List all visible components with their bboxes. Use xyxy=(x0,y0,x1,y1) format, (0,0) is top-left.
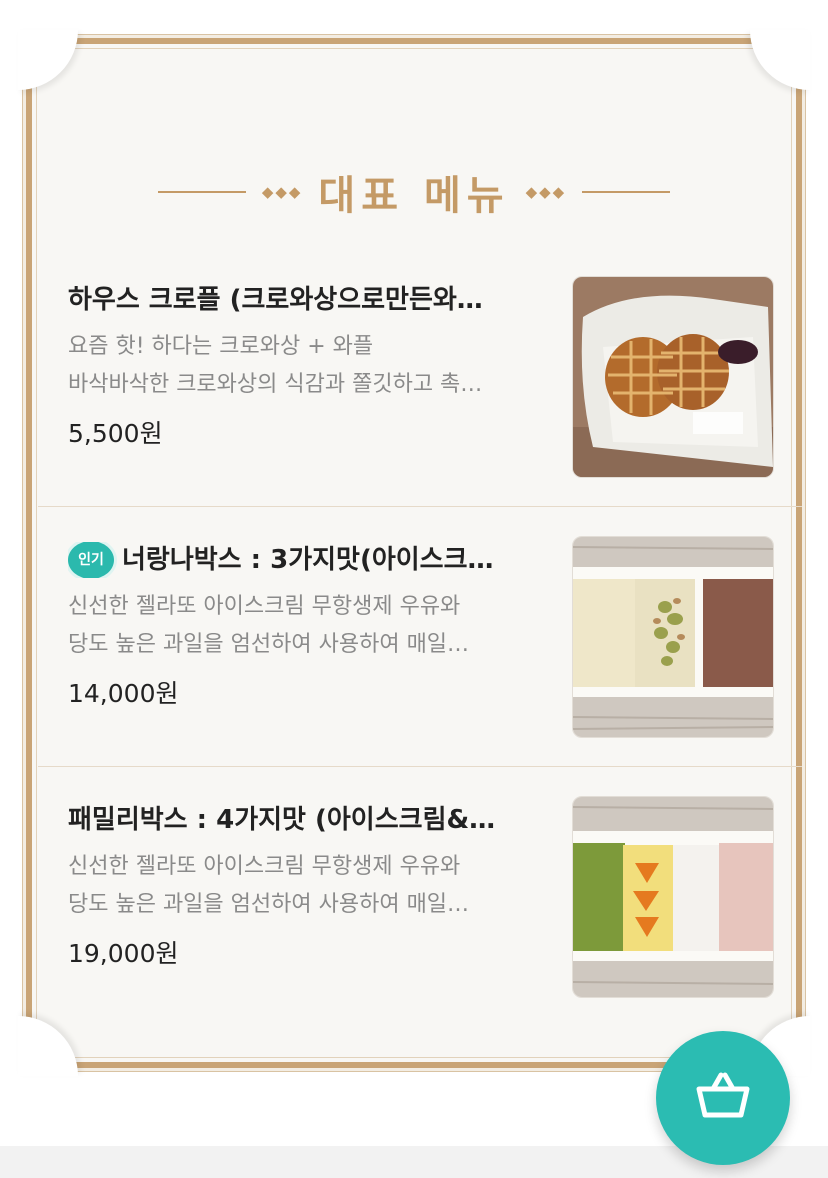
menu-item-text: 패밀리박스 : 4가지맛 (아이스크림&… 신선한 젤라또 아이스크림 무항생제… xyxy=(68,802,548,970)
diamond-ornament-icon: ◆◆◆ xyxy=(261,183,303,201)
section-title: 대표 메뉴 xyxy=(318,173,510,219)
decorative-line xyxy=(582,191,671,193)
menu-item-name: 하우스 크로플 (크로와상으로만든와… xyxy=(68,282,548,318)
menu-item-description: 신선한 젤라또 아이스크림 무항생제 우유와 당도 높은 과일을 엄선하여 사용… xyxy=(68,588,548,664)
decorative-line xyxy=(157,191,246,193)
popular-badge: 인기 xyxy=(68,542,114,578)
menu-item-name: 인기 너랑나박스 : 3가지맛(아이스크… xyxy=(68,542,548,578)
menu-card: ◆◆◆ 대표 메뉴 ◆◆◆ 하우스 크로플 (크로와상으로만든와… 요즘 핫! … xyxy=(18,30,810,1076)
description-line: 당도 높은 과일을 엄선하여 사용하여 매일… xyxy=(68,632,470,657)
description-line: 신선한 젤라또 아이스크림 무항생제 우유와 xyxy=(68,854,461,879)
menu-item[interactable]: 인기 너랑나박스 : 3가지맛(아이스크… 신선한 젤라또 아이스크림 무항생제… xyxy=(38,506,802,767)
corner-ornament xyxy=(750,30,810,90)
menu-item-price: 19,000원 xyxy=(68,939,179,968)
menu-item-price: 14,000원 xyxy=(68,679,179,708)
menu-item-price: 5,500원 xyxy=(68,419,163,448)
cart-button[interactable] xyxy=(656,1031,790,1165)
menu-item-text: 하우스 크로플 (크로와상으로만든와… 요즘 핫! 하다는 크로와상 + 와플 … xyxy=(68,282,548,450)
menu-item-name-text: 너랑나박스 : 3가지맛(아이스크… xyxy=(122,545,494,575)
description-line: 요즘 핫! 하다는 크로와상 + 와플 xyxy=(68,334,374,359)
menu-item-description: 요즘 핫! 하다는 크로와상 + 와플 바삭바삭한 크로와상의 식감과 쫄깃하고… xyxy=(68,328,548,404)
menu-item-name: 패밀리박스 : 4가지맛 (아이스크림&… xyxy=(68,802,548,838)
description-line: 신선한 젤라또 아이스크림 무항생제 우유와 xyxy=(68,594,461,619)
description-line: 당도 높은 과일을 엄선하여 사용하여 매일… xyxy=(68,892,470,917)
gelato-box-4-photo[interactable] xyxy=(572,796,774,998)
menu-item[interactable]: 패밀리박스 : 4가지맛 (아이스크림&… 신선한 젤라또 아이스크림 무항생제… xyxy=(38,766,802,1026)
croffle-photo[interactable] xyxy=(572,276,774,478)
menu-item[interactable]: 하우스 크로플 (크로와상으로만든와… 요즘 핫! 하다는 크로와상 + 와플 … xyxy=(38,246,802,507)
menu-item-text: 인기 너랑나박스 : 3가지맛(아이스크… 신선한 젤라또 아이스크림 무항생제… xyxy=(68,542,548,710)
basket-icon xyxy=(695,1071,751,1125)
menu-item-name-text: 하우스 크로플 (크로와상으로만든와… xyxy=(68,285,483,315)
section-header: ◆◆◆ 대표 메뉴 ◆◆◆ xyxy=(32,162,796,222)
corner-ornament xyxy=(18,30,78,90)
description-line: 바삭바삭한 크로와상의 식감과 쫄깃하고 촉… xyxy=(68,372,483,397)
gelato-box-3-photo[interactable] xyxy=(572,536,774,738)
diamond-ornament-icon: ◆◆◆ xyxy=(525,183,567,201)
menu-item-name-text: 패밀리박스 : 4가지맛 (아이스크림&… xyxy=(68,805,496,835)
menu-item-description: 신선한 젤라또 아이스크림 무항생제 우유와 당도 높은 과일을 엄선하여 사용… xyxy=(68,848,548,924)
